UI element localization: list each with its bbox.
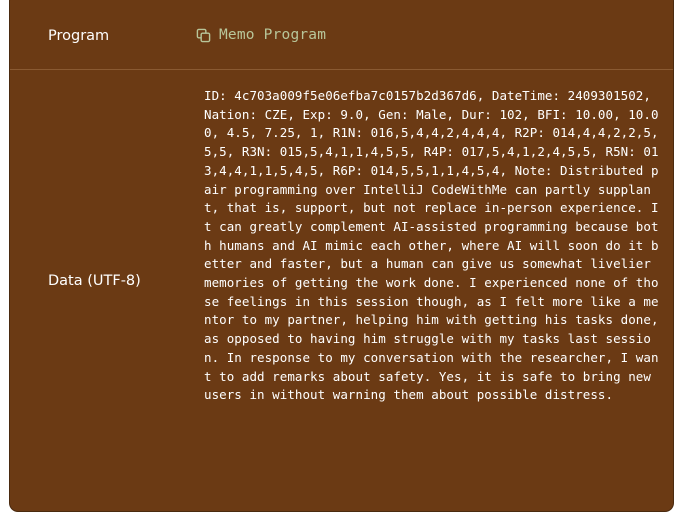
copy-icon[interactable] [196,28,211,43]
transaction-details-panel: Program Memo Program Data (UTF-8) ID: 4c… [9,0,674,512]
data-label: Data (UTF-8) [48,273,141,289]
program-name[interactable]: Memo Program [219,27,326,43]
program-row: Program Memo Program [10,0,673,70]
data-value: ID: 4c703a009f5e06efba7c0157b2d367d6, Da… [204,88,659,403]
data-row: Data (UTF-8) ID: 4c703a009f5e06efba7c015… [10,69,673,511]
program-label: Program [48,28,110,44]
program-link[interactable]: Memo Program [196,27,326,43]
